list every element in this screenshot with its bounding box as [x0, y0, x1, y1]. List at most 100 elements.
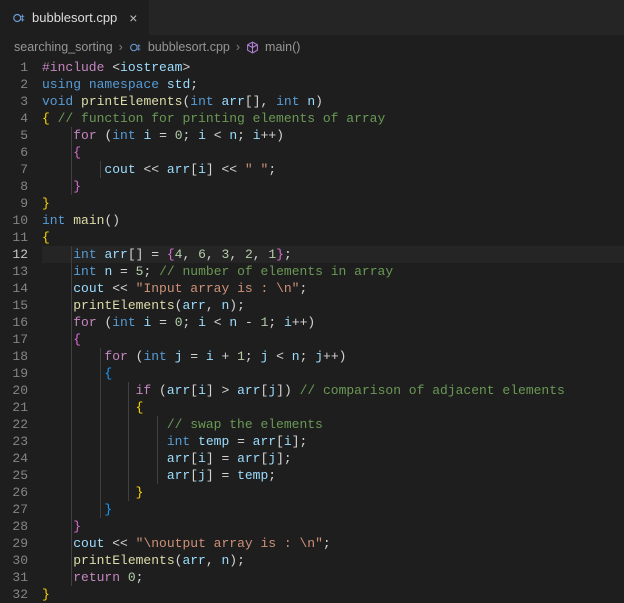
breadcrumb[interactable]: searching_sorting › bubblesort.cpp › mai…: [0, 35, 624, 59]
token-id: n: [292, 349, 300, 364]
code-line[interactable]: }: [42, 484, 624, 501]
token-id: i: [206, 349, 214, 364]
close-icon[interactable]: ×: [129, 10, 137, 26]
token-id: cout: [73, 281, 104, 296]
token-punc: ): [339, 349, 347, 364]
token-kw: int: [73, 247, 96, 262]
token-id: arr: [182, 298, 205, 313]
token-kw: namespace: [89, 77, 159, 92]
token-pp: return: [73, 570, 120, 585]
token-kw: int: [143, 349, 166, 364]
token-brak3: {: [104, 366, 112, 381]
line-number: 2: [0, 76, 28, 93]
code-line[interactable]: {: [42, 144, 624, 161]
breadcrumb-symbol[interactable]: main(): [265, 40, 300, 54]
code-line[interactable]: }: [42, 518, 624, 535]
token-func: printElements: [73, 298, 174, 313]
breadcrumb-folder[interactable]: searching_sorting: [14, 40, 113, 54]
code-line[interactable]: }: [42, 178, 624, 195]
token-punc: [: [276, 434, 284, 449]
token-op: <<: [136, 162, 167, 177]
line-number: 15: [0, 297, 28, 314]
line-number: 25: [0, 467, 28, 484]
code-line[interactable]: int n = 5; // number of elements in arra…: [42, 263, 624, 280]
code-line[interactable]: {: [42, 399, 624, 416]
token-op: [159, 77, 167, 92]
line-number: 27: [0, 501, 28, 518]
token-punc: ;: [190, 77, 198, 92]
code-line[interactable]: arr[j] = temp;: [42, 467, 624, 484]
token-id: n: [229, 128, 237, 143]
token-id: i: [198, 128, 206, 143]
token-id: iostream: [120, 60, 182, 75]
token-id: n: [307, 94, 315, 109]
cpp-file-icon: [129, 41, 142, 54]
token-id: arr: [221, 94, 244, 109]
code-line[interactable]: if (arr[i] > arr[j]) // comparison of ad…: [42, 382, 624, 399]
code-line[interactable]: printElements(arr, n);: [42, 552, 624, 569]
token-punc: ,: [182, 247, 198, 262]
code-line[interactable]: {: [42, 229, 624, 246]
line-number: 9: [0, 195, 28, 212]
token-op: <: [206, 315, 229, 330]
breadcrumb-file[interactable]: bubblesort.cpp: [148, 40, 230, 54]
code-line[interactable]: }: [42, 501, 624, 518]
code-line[interactable]: for (int i = 0; i < n; i++): [42, 127, 624, 144]
token-id: arr: [167, 162, 190, 177]
code-line[interactable]: arr[i] = arr[j];: [42, 450, 624, 467]
code-line[interactable]: cout << "Input array is : \n";: [42, 280, 624, 297]
line-number: 5: [0, 127, 28, 144]
tab-bubblesort[interactable]: bubblesort.cpp ×: [0, 0, 150, 35]
token-punc: ]: [206, 451, 214, 466]
token-op: [292, 383, 300, 398]
token-punc: ]: [206, 468, 214, 483]
token-punc: ;: [284, 451, 292, 466]
token-str: "Input array is : \n": [136, 281, 300, 296]
token-num: 1: [237, 349, 245, 364]
code-editor[interactable]: 1234567891011121314151617181920212223242…: [0, 59, 624, 603]
token-cmt: // comparison of adjacent elements: [300, 383, 565, 398]
code-line[interactable]: for (int j = i + 1; j < n; j++): [42, 348, 624, 365]
code-line[interactable]: {: [42, 331, 624, 348]
line-number: 28: [0, 518, 28, 535]
token-punc: ,: [206, 298, 222, 313]
token-op: <<: [214, 162, 245, 177]
token-punc: (: [159, 383, 167, 398]
code-line[interactable]: { // function for printing elements of a…: [42, 110, 624, 127]
code-line[interactable]: int main(): [42, 212, 624, 229]
code-line[interactable]: {: [42, 365, 624, 382]
line-number: 31: [0, 569, 28, 586]
line-number: 24: [0, 450, 28, 467]
token-num: 6: [198, 247, 206, 262]
token-brak2: }: [276, 247, 284, 262]
token-punc: ,: [206, 553, 222, 568]
token-op: [268, 94, 276, 109]
token-punc: >: [182, 60, 190, 75]
cpp-file-icon: [12, 11, 26, 25]
line-number: 3: [0, 93, 28, 110]
code-line[interactable]: cout << arr[i] << " ";: [42, 161, 624, 178]
code-line[interactable]: int arr[] = {4, 6, 3, 2, 1};: [42, 246, 624, 263]
token-punc: []: [245, 94, 261, 109]
token-num: 1: [268, 247, 276, 262]
token-op: [190, 128, 198, 143]
line-number: 16: [0, 314, 28, 331]
code-line[interactable]: void printElements(int arr[], int n): [42, 93, 624, 110]
token-punc: ]: [206, 383, 214, 398]
code-line[interactable]: #include <iostream>: [42, 59, 624, 76]
code-line[interactable]: for (int i = 0; i < n - 1; i++): [42, 314, 624, 331]
token-id: arr: [237, 451, 260, 466]
code-area[interactable]: #include <iostream>using namespace std;v…: [42, 59, 624, 603]
code-line[interactable]: }: [42, 195, 624, 212]
code-line[interactable]: using namespace std;: [42, 76, 624, 93]
token-op: =: [229, 434, 252, 449]
token-kw: int: [190, 94, 213, 109]
token-punc: (): [104, 213, 120, 228]
code-line[interactable]: return 0;: [42, 569, 624, 586]
code-line[interactable]: int temp = arr[i];: [42, 433, 624, 450]
token-id: i: [198, 162, 206, 177]
line-number: 1: [0, 59, 28, 76]
code-line[interactable]: // swap the elements: [42, 416, 624, 433]
code-line[interactable]: cout << "\noutput array is : \n";: [42, 535, 624, 552]
code-line[interactable]: printElements(arr, n);: [42, 297, 624, 314]
